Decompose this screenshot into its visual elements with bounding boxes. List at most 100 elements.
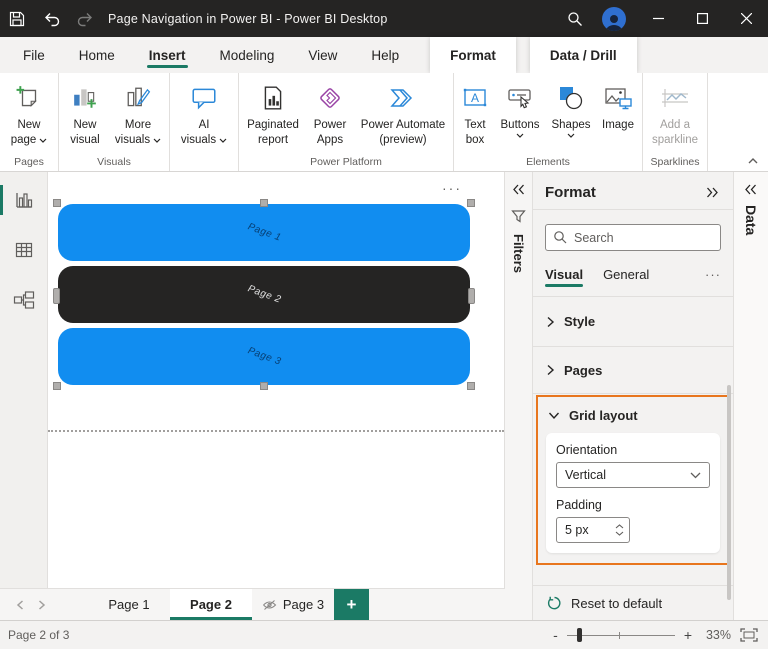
tab-help[interactable]: Help xyxy=(354,37,416,73)
collapse-format-pane-button[interactable] xyxy=(706,187,719,198)
more-visuals-icon xyxy=(127,87,151,107)
selection-handle[interactable] xyxy=(53,288,60,304)
previous-page-arrow-icon[interactable] xyxy=(16,599,24,610)
zoom-slider[interactable] xyxy=(566,628,675,642)
report-canvas[interactable]: ··· Page 1 Page 2 Page 3 xyxy=(48,172,505,588)
format-search-input[interactable] xyxy=(545,224,721,251)
ribbon-group-power-platform: Paginated report Power Apps Power Automa… xyxy=(239,73,454,171)
tab-file[interactable]: File xyxy=(6,37,62,73)
ai-visuals-icon xyxy=(192,88,216,110)
tab-data-drill[interactable]: Data / Drill xyxy=(529,37,637,73)
model-view-button[interactable] xyxy=(0,278,48,322)
reset-to-default-button[interactable]: Reset to default xyxy=(533,585,733,620)
nav-button-page-3[interactable]: Page 3 xyxy=(58,328,470,385)
fit-to-page-icon[interactable] xyxy=(740,628,758,642)
selection-handle[interactable] xyxy=(260,382,268,390)
selection-handle[interactable] xyxy=(260,199,268,207)
view-sidebar xyxy=(0,172,48,588)
maximize-button[interactable] xyxy=(680,0,724,37)
shapes-button[interactable]: Shapes xyxy=(546,78,596,139)
chevron-down-icon xyxy=(690,472,701,479)
page-tab-bar: Page 1 Page 2 Page 3 + xyxy=(0,588,505,620)
padding-label: Padding xyxy=(556,498,602,512)
visual-more-options[interactable]: ··· xyxy=(442,180,462,196)
tab-view[interactable]: View xyxy=(291,37,354,73)
format-subtabs: Visual General ··· xyxy=(545,267,721,290)
page-navigator-visual[interactable]: Page 1 Page 2 Page 3 xyxy=(53,199,475,390)
chevron-down-icon xyxy=(516,133,524,139)
buttons-button[interactable]: Buttons xyxy=(494,78,546,139)
selection-handle[interactable] xyxy=(468,288,475,304)
data-view-button[interactable] xyxy=(0,228,48,272)
ribbon-group-pages: New page Pages xyxy=(0,73,59,171)
selection-handle[interactable] xyxy=(53,382,61,390)
power-automate-icon xyxy=(390,89,413,107)
section-style[interactable]: Style xyxy=(533,297,733,347)
subtab-visual[interactable]: Visual xyxy=(545,267,584,290)
image-icon xyxy=(605,88,632,110)
report-view-button[interactable] xyxy=(0,178,48,222)
subtab-general[interactable]: General xyxy=(603,267,649,290)
chevron-up-icon xyxy=(748,158,758,164)
undo-button[interactable] xyxy=(34,0,68,37)
new-page-button[interactable]: New page xyxy=(2,78,56,148)
section-grid-layout[interactable]: Grid layout xyxy=(538,397,728,433)
data-pane-collapsed[interactable]: Data xyxy=(733,172,768,620)
save-button[interactable] xyxy=(0,0,34,37)
paginated-report-button[interactable]: Paginated report xyxy=(241,78,305,148)
page-tab-1[interactable]: Page 1 xyxy=(88,589,170,620)
user-avatar[interactable] xyxy=(602,6,626,31)
zoom-in-button[interactable]: + xyxy=(684,627,692,643)
tab-insert[interactable]: Insert xyxy=(132,37,203,73)
collapse-ribbon-button[interactable] xyxy=(748,158,758,164)
expand-filters-button[interactable] xyxy=(512,184,526,195)
nav-button-page-1[interactable]: Page 1 xyxy=(58,204,470,261)
chevron-down-icon xyxy=(219,138,227,144)
padding-stepper[interactable]: 5 px xyxy=(556,517,630,543)
format-pane-scrollbar[interactable] xyxy=(727,385,731,600)
section-pages[interactable]: Pages xyxy=(533,347,733,394)
undo-icon xyxy=(44,12,59,26)
page-tab-2[interactable]: Page 2 xyxy=(170,589,252,620)
tab-home[interactable]: Home xyxy=(62,37,132,73)
selection-handle[interactable] xyxy=(53,199,61,207)
tab-format[interactable]: Format xyxy=(430,37,516,73)
nav-button-page-2[interactable]: Page 2 xyxy=(58,266,470,323)
selection-handle[interactable] xyxy=(467,382,475,390)
orientation-select[interactable]: Vertical xyxy=(556,462,710,488)
add-sparkline-button[interactable]: Add a sparkline xyxy=(645,78,705,148)
minimize-button[interactable] xyxy=(636,0,680,37)
ai-visuals-button[interactable]: AI visuals xyxy=(172,78,236,148)
new-page-tab-button[interactable]: + xyxy=(334,589,369,620)
zoom-out-button[interactable]: - xyxy=(553,627,558,643)
shapes-icon xyxy=(560,87,583,110)
zoom-slider-handle[interactable] xyxy=(576,628,582,642)
title-bar: Page Navigation in Power BI - Power BI D… xyxy=(0,0,768,37)
subtab-more-options[interactable]: ··· xyxy=(705,267,721,290)
stepper-up-icon xyxy=(615,524,624,529)
expand-data-button[interactable] xyxy=(744,184,758,195)
search-button[interactable] xyxy=(558,0,592,37)
redo-button[interactable] xyxy=(68,0,102,37)
image-button[interactable]: Image xyxy=(596,78,640,133)
tab-modeling[interactable]: Modeling xyxy=(203,37,292,73)
page-tab-3[interactable]: Page 3 xyxy=(252,589,334,620)
filters-pane-collapsed[interactable]: Filters xyxy=(505,172,533,620)
report-view-icon xyxy=(16,193,33,208)
power-automate-button[interactable]: Power Automate (preview) xyxy=(355,78,451,148)
close-button[interactable] xyxy=(724,0,768,37)
group-label-pages: Pages xyxy=(14,156,44,168)
redo-icon xyxy=(77,12,92,26)
search-icon xyxy=(553,230,567,244)
more-visuals-button[interactable]: More visuals xyxy=(109,78,167,148)
page-indicator: Page 2 of 3 xyxy=(8,628,70,642)
text-box-button[interactable]: A Text box xyxy=(456,78,494,148)
window-title: Page Navigation in Power BI - Power BI D… xyxy=(108,11,388,26)
power-apps-button[interactable]: Power Apps xyxy=(305,78,355,148)
status-bar: Page 2 of 3 - + 33% xyxy=(0,620,768,649)
next-page-arrow-icon[interactable] xyxy=(38,599,46,610)
chevron-down-icon xyxy=(153,138,161,144)
chevron-down-icon xyxy=(548,412,560,419)
selection-handle[interactable] xyxy=(467,199,475,207)
new-visual-button[interactable]: New visual xyxy=(61,78,109,148)
